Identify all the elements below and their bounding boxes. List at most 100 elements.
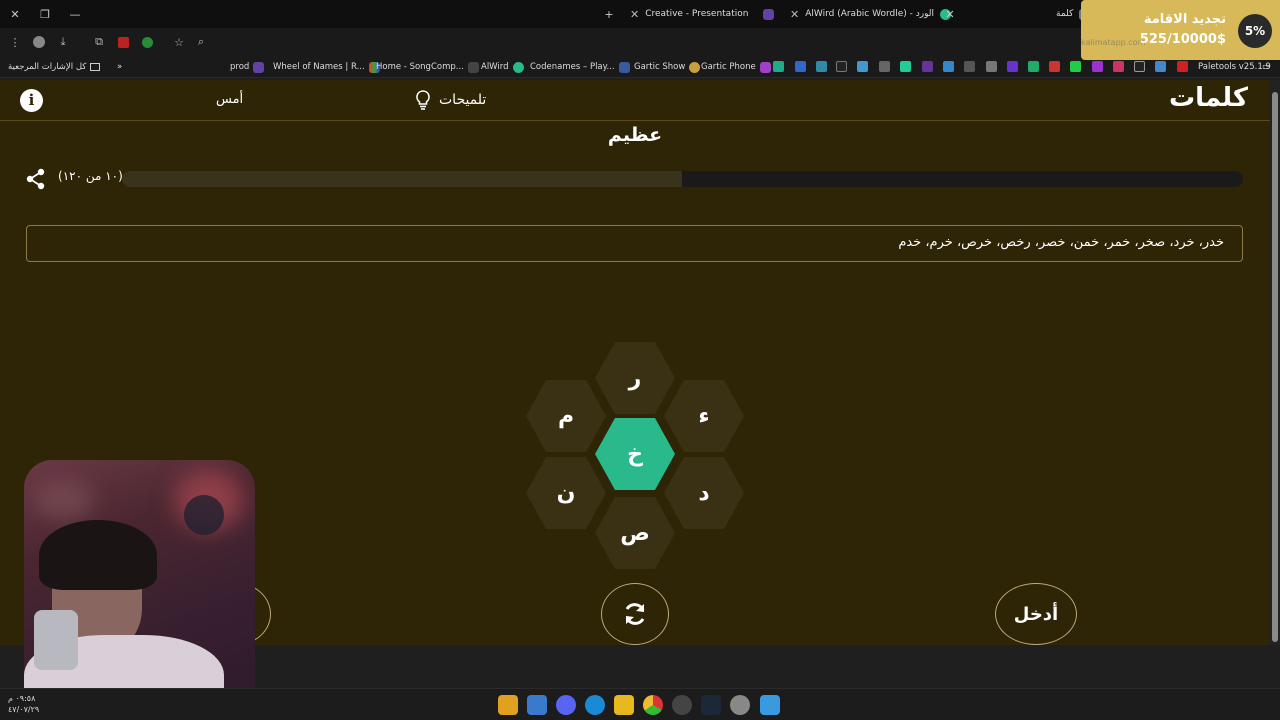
letter-tile-top-right[interactable]: ء: [664, 380, 744, 452]
extension-icon[interactable]: [816, 61, 827, 72]
bookmark-codenames[interactable]: Codenames – Play...: [530, 56, 630, 78]
extensions-icon[interactable]: ⧉: [90, 33, 108, 51]
refresh-icon: [625, 603, 645, 625]
x-icon[interactable]: [1134, 61, 1145, 72]
lightbulb-icon: [416, 90, 430, 110]
donation-goal-overlay: kalimatapp.com تجديد الاقامة 525/10000$ …: [1081, 0, 1280, 60]
extension-icon[interactable]: [986, 61, 997, 72]
letter-tile-bottom-right[interactable]: د: [664, 457, 744, 529]
shuffle-button[interactable]: [601, 583, 669, 645]
zoom-icon[interactable]: ⌕: [192, 33, 210, 51]
page-scrollbar[interactable]: [1270, 80, 1280, 645]
rockstar-icon[interactable]: [498, 695, 518, 715]
bookmark-songcomp[interactable]: Home - SongComp...: [376, 56, 479, 78]
songcomp-icon: [467, 61, 479, 73]
extension-icon[interactable]: [879, 61, 890, 72]
yesterday-button[interactable]: أمس: [216, 92, 243, 107]
goal-percent-badge: 5%: [1238, 14, 1272, 48]
bookmark-prod[interactable]: prod: [230, 56, 265, 78]
folder-icon: [90, 63, 101, 71]
gartic-icon: [689, 61, 701, 73]
menu-dots-icon[interactable]: ⋮: [6, 33, 24, 51]
ublock-icon[interactable]: [114, 33, 132, 51]
progress-bar: [122, 171, 1243, 187]
found-words-list: خدر، خرد، صخر، خمر، خمن، خصر، رخص، خرص، …: [898, 235, 1224, 250]
taskbar-clock[interactable]: ٠٩:٥٨ م ٤٧/٠٧/٢٩: [8, 693, 39, 715]
extension-icon[interactable]: [1155, 61, 1166, 72]
extension-icon[interactable]: [773, 61, 784, 72]
goal-value: 525/10000$: [1139, 32, 1226, 47]
profile-icon[interactable]: [30, 33, 48, 51]
bookmark-wheel-of-names[interactable]: Wheel of Names | R...: [273, 56, 380, 78]
found-words-box[interactable]: خدر، خرد، صخر، خمر، خمن، خصر، رخص، خرص، …: [26, 225, 1243, 262]
codenames-icon: [618, 61, 630, 73]
settings-gear-icon[interactable]: [730, 695, 750, 715]
extension-icon[interactable]: [1049, 61, 1060, 72]
bookmark-gartic-phone[interactable]: Gartic Phone: [701, 56, 771, 78]
all-bookmarks[interactable]: كل الإشارات المرجعية: [8, 56, 101, 78]
gartic-phone-icon: [759, 61, 771, 73]
share-icon[interactable]: [26, 168, 46, 190]
hints-button[interactable]: تلميحات: [415, 90, 486, 110]
discord-icon[interactable]: [556, 695, 576, 715]
scrollbar-thumb[interactable]: [1272, 92, 1278, 642]
bookmark-alwird[interactable]: AlWird: [481, 56, 524, 78]
chrome-icon[interactable]: [643, 695, 663, 715]
shield-icon[interactable]: [138, 33, 156, 51]
extension-icon[interactable]: [1092, 61, 1103, 72]
youtube-icon[interactable]: [1177, 61, 1188, 72]
info-icon[interactable]: i: [20, 89, 43, 112]
close-tab-icon[interactable]: ✕: [790, 8, 799, 21]
file-explorer-icon[interactable]: [614, 695, 634, 715]
bookmark-gartic-show[interactable]: Gartic Show: [634, 56, 701, 78]
windows-start-icon[interactable]: [760, 695, 780, 715]
letter-tile-bottom[interactable]: ص: [595, 497, 675, 569]
background-light: [34, 480, 94, 520]
game-header: كلمات تلميحات أمس i: [0, 80, 1270, 121]
tab-creative-presentation[interactable]: ✕ Creative - Presentation: [622, 0, 756, 28]
overlay-url-text: kalimatapp.com: [1081, 38, 1146, 47]
obs-icon[interactable]: [672, 695, 692, 715]
minimize-window-icon[interactable]: —: [60, 0, 90, 28]
restore-window-icon[interactable]: ❐: [30, 0, 60, 28]
windows-taskbar: ٠٩:٥٨ م ٤٧/٠٧/٢٩: [0, 688, 1280, 720]
streamer-hair: [39, 520, 157, 590]
enter-button[interactable]: أدخل: [995, 583, 1077, 645]
new-tab-icon[interactable]: +: [594, 0, 624, 28]
extension-icon[interactable]: [1070, 61, 1081, 72]
progress-fill: [682, 171, 1243, 187]
tab-alwird[interactable]: ✕ AlWird (Arabic Wordle) - الورد: [782, 0, 959, 28]
rank-label: عظيم: [607, 124, 663, 146]
webcam-overlay: [24, 460, 255, 718]
progress-remaining: [122, 171, 683, 187]
extension-icon[interactable]: [964, 61, 975, 72]
extension-icon[interactable]: [795, 61, 806, 72]
background-object: [184, 495, 224, 535]
extension-icon[interactable]: [900, 61, 911, 72]
tab-twitch[interactable]: [755, 0, 782, 28]
extension-icon[interactable]: [943, 61, 954, 72]
steam-icon[interactable]: [701, 695, 721, 715]
extension-icon[interactable]: [857, 61, 868, 72]
logo: كلمات: [1168, 83, 1248, 113]
more-bookmarks-icon[interactable]: »: [117, 56, 122, 78]
bookmark-star-icon[interactable]: ☆: [170, 33, 188, 51]
close-tab-icon[interactable]: ✕: [630, 8, 639, 21]
extension-icon[interactable]: [1007, 61, 1018, 72]
twitch-icon: [253, 61, 265, 73]
app-icon[interactable]: [527, 695, 547, 715]
score-label: (١٠ من ١٢٠): [58, 169, 123, 183]
extension-icon[interactable]: [1028, 61, 1039, 72]
download-icon[interactable]: ⤓: [54, 33, 72, 51]
close-window-icon[interactable]: ✕: [0, 0, 30, 28]
edge-icon[interactable]: [585, 695, 605, 715]
instagram-icon[interactable]: [1113, 61, 1124, 72]
letter-tile-top[interactable]: ر: [595, 342, 675, 414]
extension-icon[interactable]: [836, 61, 847, 72]
letter-tile-center[interactable]: خ: [595, 418, 675, 490]
letter-tile-top-left[interactable]: م: [526, 380, 606, 452]
close-tab-icon[interactable]: ✕: [935, 0, 965, 28]
letter-tile-bottom-left[interactable]: ن: [526, 457, 606, 529]
twitch-icon: [763, 8, 774, 20]
extension-icon[interactable]: [922, 61, 933, 72]
